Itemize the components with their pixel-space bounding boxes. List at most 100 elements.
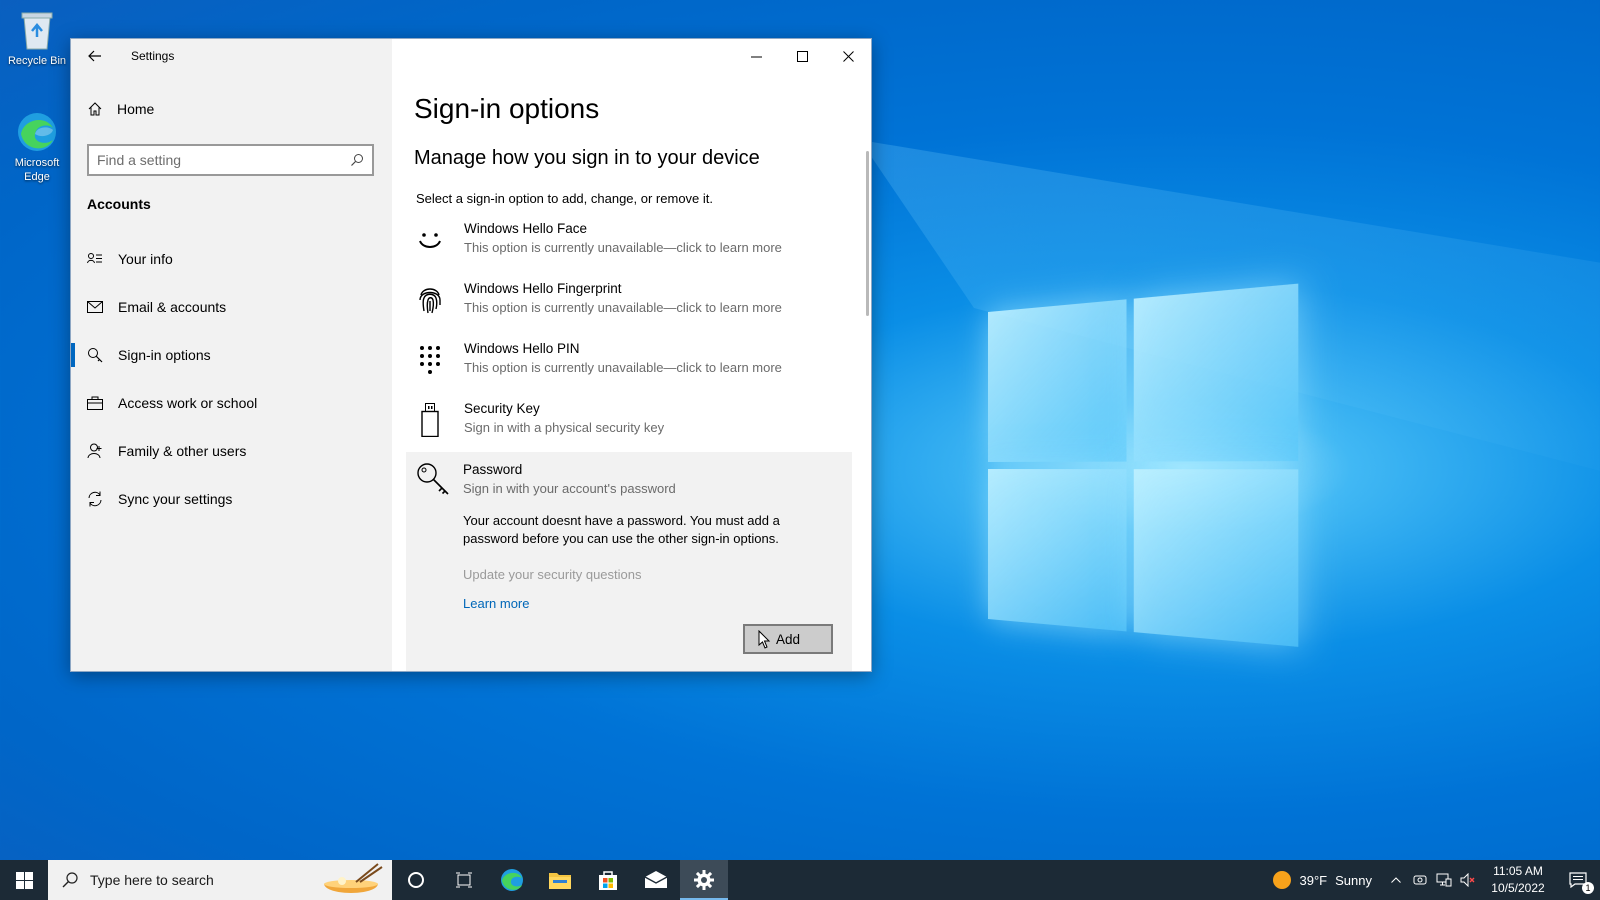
window-controls (733, 39, 871, 73)
sidebar-item-label: Email & accounts (118, 299, 227, 315)
close-icon (842, 50, 854, 62)
app-title: Settings (131, 49, 175, 63)
page-title: Sign-in options (414, 93, 600, 124)
password-option-expanded[interactable]: Password Sign in with your account's pas… (406, 452, 852, 671)
option-title: Windows Hello Fingerprint (464, 281, 622, 296)
option-security-key[interactable]: Security Key Sign in with a physical secu… (406, 394, 852, 454)
back-button[interactable] (71, 39, 119, 73)
sidebar-item-label: Family & other users (118, 443, 247, 459)
settings-window: Settings Home Accounts Your info Email &… (70, 38, 872, 672)
pin-keypad-icon (416, 342, 444, 378)
sidebar-item-email-accounts[interactable]: Email & accounts (71, 283, 392, 331)
volume-button[interactable] (1456, 873, 1480, 887)
edge-icon (501, 869, 523, 891)
weather-temp: 39°F (1299, 872, 1328, 888)
minimize-button[interactable] (733, 39, 779, 73)
minimize-icon (750, 56, 762, 57)
contact-icon (87, 251, 103, 267)
clock-time: 11:05 AM (1493, 864, 1543, 878)
sidebar-item-label: Sync your settings (118, 491, 233, 507)
desktop-icon-recycle-bin[interactable]: Recycle Bin (2, 8, 72, 68)
taskbar-edge[interactable] (488, 860, 536, 900)
weather-condition: Sunny (1335, 872, 1372, 888)
taskbar-file-explorer[interactable] (536, 860, 584, 900)
option-title: Windows Hello PIN (464, 341, 580, 356)
desktop-icon-edge[interactable]: Microsoft Edge (2, 110, 72, 184)
windows-logo-wallpaper (988, 283, 1302, 651)
update-security-questions-link: Update your security questions (463, 567, 642, 582)
sidebar-item-sign-in-options[interactable]: Sign-in options (71, 331, 392, 379)
close-button[interactable] (825, 39, 871, 73)
usb-key-icon (416, 402, 444, 438)
add-password-button[interactable]: Add (743, 624, 833, 654)
maximize-icon (796, 50, 808, 62)
title-bar: Settings (71, 39, 392, 73)
learn-more-link[interactable]: Learn more (463, 596, 529, 611)
option-subtitle: Sign in with a physical security key (464, 420, 665, 435)
settings-content: Sign-in options Manage how you sign in t… (392, 39, 871, 671)
option-hello-pin[interactable]: Windows Hello PIN This option is currentl… (406, 334, 852, 394)
weather-widget[interactable]: 39°F Sunny (1272, 870, 1372, 890)
content-scrollbar[interactable] (866, 151, 869, 316)
password-message: Your account doesnt have a password. You… (463, 513, 780, 546)
taskbar-settings[interactable] (680, 860, 728, 900)
sun-icon (1272, 871, 1291, 889)
person-add-icon (87, 443, 103, 459)
start-button[interactable] (0, 860, 48, 900)
settings-search-input[interactable] (97, 152, 350, 168)
sidebar-item-family[interactable]: Family & other users (71, 427, 392, 475)
fingerprint-icon (416, 282, 444, 318)
face-icon (416, 222, 444, 258)
home-label: Home (117, 101, 155, 117)
taskbar-mail[interactable] (632, 860, 680, 900)
sidebar-item-your-info[interactable]: Your info (71, 235, 392, 283)
option-subtitle: This option is currently unavailable—cli… (464, 240, 782, 255)
search-icon[interactable] (350, 153, 364, 167)
edge-icon (15, 110, 59, 154)
mouse-cursor-icon (758, 630, 771, 649)
clock[interactable]: 11:05 AM 10/5/2022 (1480, 863, 1556, 897)
sidebar-item-label: Sign-in options (118, 347, 211, 363)
action-center-button[interactable]: 1 (1556, 860, 1600, 900)
search-icon (62, 872, 78, 888)
settings-search-box[interactable] (87, 144, 374, 176)
sidebar-item-label: Access work or school (118, 395, 258, 411)
mail-icon (87, 299, 103, 315)
password-key-icon (416, 462, 450, 501)
recycle-bin-icon (15, 8, 59, 52)
camera-icon (1413, 875, 1427, 885)
home-link[interactable]: Home (87, 101, 154, 117)
volume-muted-icon (1460, 873, 1475, 887)
windows-start-icon (15, 871, 33, 889)
sidebar-item-access-work[interactable]: Access work or school (71, 379, 392, 427)
task-view-button[interactable] (440, 860, 488, 900)
accounts-nav: Your info Email & accounts Sign-in optio… (71, 235, 392, 523)
option-title: Security Key (464, 401, 540, 416)
notification-count-badge: 1 (1582, 882, 1594, 894)
desktop-icon-label: Recycle Bin (7, 55, 67, 67)
option-hello-fingerprint[interactable]: Windows Hello Fingerprint This option is … (406, 274, 852, 334)
sidebar-item-label: Your info (118, 251, 173, 267)
clock-date: 10/5/2022 (1491, 881, 1545, 895)
show-hidden-icons-button[interactable] (1384, 877, 1408, 883)
password-subtitle: Sign in with your account's password (463, 481, 676, 496)
store-bag-icon (599, 871, 617, 890)
option-subtitle: This option is currently unavailable—cli… (464, 360, 782, 375)
chevron-up-icon (1391, 877, 1401, 883)
network-button[interactable] (1432, 873, 1456, 887)
page-subtitle: Manage how you sign in to your device (414, 147, 760, 169)
gear-icon (694, 870, 714, 890)
sign-in-hint: Select a sign-in option to add, change, … (416, 191, 714, 206)
taskbar-store[interactable] (584, 860, 632, 900)
cortana-circle-icon (408, 872, 424, 888)
taskbar-search-box[interactable]: Type here to search (48, 860, 392, 900)
meet-now-button[interactable] (1408, 873, 1432, 887)
mail-icon (644, 871, 668, 888)
option-hello-face[interactable]: Windows Hello Face This option is current… (406, 214, 852, 274)
password-title: Password (463, 462, 523, 477)
sidebar-item-sync[interactable]: Sync your settings (71, 475, 392, 523)
noodle-bowl-icon (324, 863, 383, 893)
cortana-button[interactable] (392, 860, 440, 900)
option-title: Windows Hello Face (464, 221, 588, 236)
maximize-button[interactable] (779, 39, 825, 73)
